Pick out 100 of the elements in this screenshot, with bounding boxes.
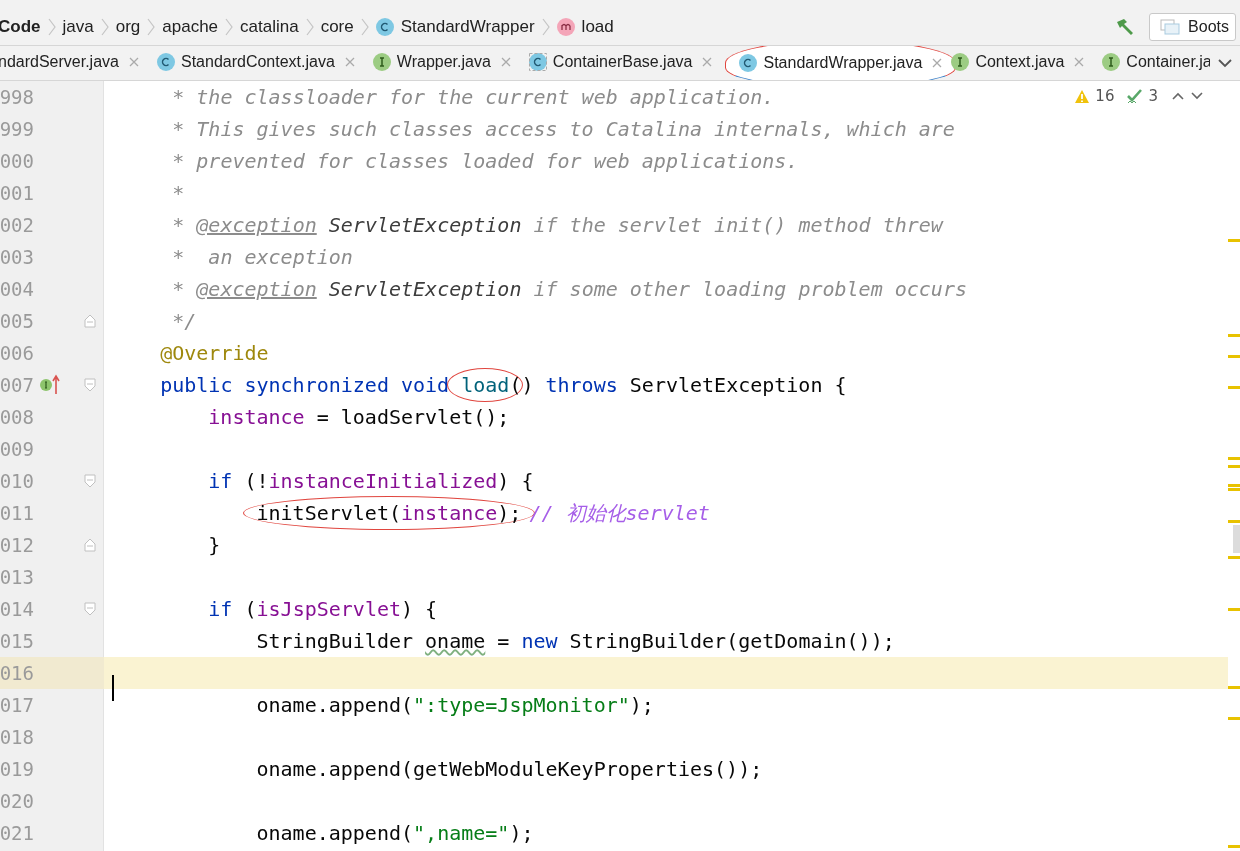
code-token: = bbox=[497, 629, 511, 653]
implements-gutter-icon[interactable] bbox=[38, 374, 62, 396]
code-token: ServletException bbox=[328, 277, 522, 301]
editor-tab[interactable]: StandardWrapper.java bbox=[725, 46, 957, 80]
error-stripe-mark[interactable] bbox=[1228, 845, 1240, 848]
error-stripe-mark[interactable] bbox=[1228, 457, 1240, 460]
code-token: StringBuilder bbox=[256, 629, 415, 653]
next-icon[interactable] bbox=[1190, 91, 1204, 101]
error-stripe-mark[interactable] bbox=[1228, 239, 1240, 242]
line-number: 998 bbox=[0, 86, 34, 108]
class-icon bbox=[739, 54, 758, 72]
close-icon[interactable] bbox=[500, 56, 511, 67]
line-number: 017 bbox=[0, 694, 34, 716]
error-stripe-mark[interactable] bbox=[1228, 386, 1240, 389]
weak-warning-count[interactable]: 3 bbox=[1148, 87, 1158, 105]
error-stripe-mark[interactable] bbox=[1228, 355, 1240, 358]
close-icon[interactable] bbox=[932, 58, 943, 68]
code-token: ) { bbox=[497, 469, 534, 493]
close-icon[interactable] bbox=[344, 56, 355, 67]
error-stripe-mark[interactable] bbox=[1228, 608, 1240, 611]
code-token: (! bbox=[244, 469, 269, 493]
error-stripe-mark[interactable] bbox=[1228, 556, 1240, 559]
editor-tab[interactable]: Container.ja bbox=[1093, 46, 1210, 80]
line-number: 016 bbox=[0, 662, 34, 684]
breadcrumb-item[interactable]: load bbox=[581, 16, 614, 37]
error-stripe-mark[interactable] bbox=[1228, 465, 1240, 468]
code-token: if bbox=[208, 469, 233, 493]
close-icon[interactable] bbox=[128, 56, 139, 67]
line-number: 018 bbox=[0, 726, 34, 748]
breadcrumb-item[interactable]: catalina bbox=[240, 16, 299, 37]
breadcrumb-item[interactable]: java bbox=[62, 16, 94, 37]
line-number: 010 bbox=[0, 470, 34, 492]
run-configuration-button[interactable]: Boots bbox=[1149, 12, 1236, 41]
code-token: ServletException bbox=[328, 213, 522, 237]
code-token: if some other loading problem occurs bbox=[533, 277, 967, 301]
editor-tab[interactable]: Wrapper.java bbox=[363, 46, 520, 80]
code-token: oname bbox=[425, 629, 486, 653]
code-token: ServletException { bbox=[629, 373, 847, 397]
breadcrumb-item[interactable]: core bbox=[320, 16, 354, 37]
fold-icon[interactable] bbox=[84, 378, 96, 392]
line-number: 004 bbox=[0, 278, 34, 300]
code-token: new bbox=[521, 629, 558, 653]
code-token: * bbox=[172, 213, 186, 237]
weak-warning-icon[interactable] bbox=[1127, 88, 1144, 104]
code-token: oname.append( bbox=[256, 821, 414, 845]
editor-tab[interactable]: ContainerBase.java bbox=[519, 46, 722, 80]
error-stripe-mark[interactable] bbox=[1228, 488, 1240, 491]
class-icon bbox=[375, 17, 394, 36]
fold-icon[interactable] bbox=[84, 474, 96, 488]
interface-icon bbox=[1102, 52, 1121, 71]
fold-end-icon[interactable] bbox=[84, 538, 96, 552]
code-token: ( bbox=[244, 597, 257, 621]
line-number: 013 bbox=[0, 566, 34, 588]
hammer-icon[interactable] bbox=[1115, 17, 1136, 36]
line-number: 019 bbox=[0, 758, 34, 780]
code-token: oname.append(getWebModuleKeyProperties()); bbox=[256, 757, 763, 781]
fold-icon[interactable] bbox=[84, 602, 96, 616]
chevron-icon bbox=[47, 16, 56, 37]
breadcrumb-item[interactable]: StandardWrapper bbox=[400, 16, 535, 37]
breadcrumb-item[interactable]: apache bbox=[162, 16, 219, 37]
code-token: throws bbox=[545, 373, 618, 397]
close-icon[interactable] bbox=[1074, 56, 1085, 67]
error-stripe-mark[interactable] bbox=[1228, 520, 1240, 523]
code-token: load bbox=[461, 373, 510, 397]
code-token: () bbox=[509, 373, 535, 397]
line-number: 014 bbox=[0, 598, 34, 620]
line-number: 012 bbox=[0, 534, 34, 556]
warning-icon[interactable] bbox=[1074, 88, 1091, 104]
chevron-icon bbox=[147, 16, 156, 37]
code-token: * prevented for classes loaded for web applications. bbox=[172, 149, 799, 173]
error-stripe-mark[interactable] bbox=[1228, 334, 1240, 337]
code-token: } bbox=[208, 533, 221, 557]
line-number: 006 bbox=[0, 342, 34, 364]
editor-tab[interactable]: StandardContext.java bbox=[147, 46, 364, 80]
code-token: isJspServlet bbox=[256, 597, 401, 621]
class-icon bbox=[528, 52, 547, 71]
interface-icon bbox=[951, 52, 970, 71]
line-number: 011 bbox=[0, 502, 34, 524]
line-number: 015 bbox=[0, 630, 34, 652]
code-token: ) { bbox=[401, 597, 438, 621]
code-token: public synchronized void bbox=[160, 373, 451, 397]
error-stripe-mark[interactable] bbox=[1228, 717, 1240, 720]
line-number: 000 bbox=[0, 150, 34, 172]
close-icon[interactable] bbox=[702, 56, 713, 67]
error-stripe-mark[interactable] bbox=[1228, 686, 1240, 689]
scrollbar-thumb[interactable] bbox=[1233, 525, 1240, 553]
warning-count[interactable]: 16 bbox=[1095, 87, 1115, 105]
code-token: ":type=JspMonitor" bbox=[413, 693, 630, 717]
previous-icon[interactable] bbox=[1171, 91, 1185, 101]
fold-end-icon[interactable] bbox=[84, 314, 96, 328]
chevron-icon bbox=[541, 16, 550, 37]
line-number: 008 bbox=[0, 406, 34, 428]
code-token: ); bbox=[629, 693, 654, 717]
chevron-icon bbox=[225, 16, 234, 37]
line-number: 002 bbox=[0, 214, 34, 236]
line-number: 009 bbox=[0, 438, 34, 460]
class-icon bbox=[156, 52, 175, 71]
error-stripe-mark[interactable] bbox=[1228, 484, 1240, 487]
chevron-icon bbox=[305, 16, 314, 37]
breadcrumb-item[interactable]: org bbox=[115, 16, 141, 37]
